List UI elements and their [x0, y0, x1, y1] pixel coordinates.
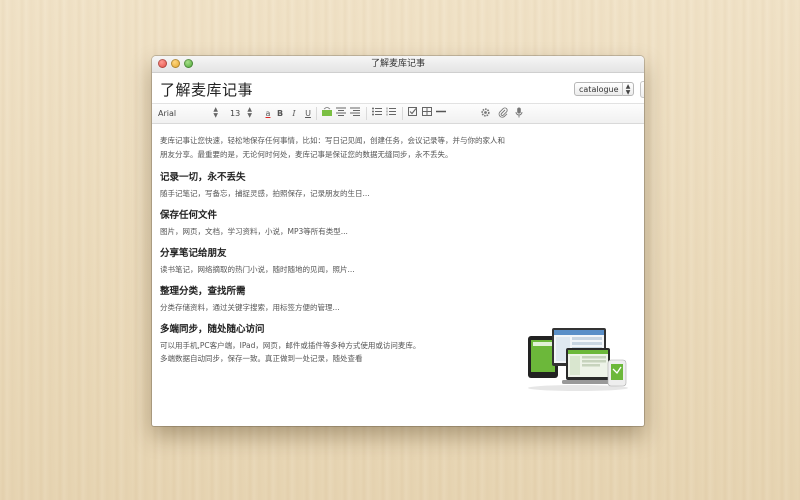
section-heading: 整理分类，查找所需 [160, 286, 246, 297]
section-line: 多端数据自动同步，保存一致。真正做到一处记录，随处查看 [160, 354, 363, 363]
attach-button[interactable] [498, 107, 508, 120]
align-right-button[interactable] [350, 107, 360, 120]
bullet-list-button[interactable] [372, 107, 382, 120]
checkbox-button[interactable] [408, 107, 418, 120]
intro-paragraph: 麦库记事让您快速，轻松地保存任何事情，比如：写日记见闻，创建任务，会议记录等，并… [160, 134, 560, 162]
horizontal-rule-icon [436, 110, 446, 113]
gear-icon [481, 108, 490, 117]
intro-line: 朋友分享。最重要的是，无论何时何处，麦库记事是保证您的数据无缝同步，永不丢失。 [160, 150, 453, 159]
numbered-list-icon [386, 107, 396, 116]
app-window: 了解麦库记事 了解麦库记事 catalogue ▲▼ i Arial ▲▼ 13… [152, 56, 644, 426]
settings-button[interactable] [480, 107, 490, 120]
chevron-updown-icon: ▲ ▼ [622, 83, 633, 96]
section-heading: 分享笔记给朋友 [160, 248, 227, 259]
note-title[interactable]: 了解麦库记事 [160, 79, 253, 100]
table-button[interactable] [422, 107, 432, 120]
feature-section: 分享笔记给朋友 读书笔记，网络摘取的热门小说，随时随地的见闻，照片... [160, 247, 636, 276]
microphone-icon [515, 107, 523, 118]
section-text: 分类存储资料，通过关键字搜索，用标签方便的管理... [160, 303, 340, 312]
align-right-icon [350, 107, 360, 116]
multi-device-illustration [528, 328, 628, 391]
window-title: 了解麦库记事 [370, 59, 425, 69]
paperclip-icon [498, 107, 508, 118]
feature-section: 保存任何文件 图片，网页，文档，学习资料，小说，MP3等所有类型... [160, 209, 636, 238]
catalogue-select[interactable]: catalogue ▲ ▼ [574, 82, 634, 96]
checkbox-icon [408, 107, 417, 116]
chevron-updown-icon: ▲ ▼ [247, 106, 252, 119]
section-line: 可以用手机,PC客户端，IPad，网页，邮件或插件等多种方式使用或访问麦库。 [160, 341, 421, 350]
feature-section: 整理分类，查找所需 分类存储资料，通过关键字搜索，用标签方便的管理... [160, 285, 636, 314]
chevron-updown-icon: ▲ ▼ [213, 106, 218, 119]
section-heading: 记录一切，永不丢失 [160, 172, 246, 183]
record-audio-button[interactable] [514, 107, 524, 120]
bold-button[interactable]: B [276, 107, 284, 120]
intro-line: 麦库记事让您快速，轻松地保存任何事情，比如：写日记见闻，创建任务，会议记录等，并… [160, 136, 505, 145]
title-bar[interactable]: 了解麦库记事 [152, 56, 644, 73]
font-size-select[interactable]: 13 ▲ ▼ [230, 107, 252, 120]
section-heading: 保存任何文件 [160, 210, 218, 221]
italic-button[interactable]: I [290, 107, 298, 120]
catalogue-value: catalogue [579, 85, 619, 94]
note-header: 了解麦库记事 catalogue ▲▼ i [152, 73, 644, 103]
underline-button[interactable]: U [304, 107, 312, 120]
horizontal-rule-button[interactable] [436, 107, 446, 120]
table-icon [422, 107, 432, 116]
bullet-list-icon [372, 107, 382, 116]
feature-section: 记录一切，永不丢失 随手记笔记，写备忘，捕捉灵感，拍照保存，记录朋友的生日... [160, 171, 636, 200]
format-toolbar: Arial ▲ ▼ 13 ▲ ▼ a B I U [152, 103, 644, 124]
section-text: 随手记笔记，写备忘，捕捉灵感，拍照保存，记录朋友的生日... [160, 189, 370, 198]
section-text: 图片，网页，文档，学习资料，小说，MP3等所有类型... [160, 227, 348, 236]
font-value: Arial [158, 109, 177, 118]
highlight-button[interactable] [322, 106, 332, 120]
toolbar-divider [366, 107, 367, 120]
toolbar-divider [402, 107, 403, 120]
highlight-icon [322, 106, 332, 116]
font-size-value: 13 [230, 109, 241, 118]
numbered-list-button[interactable] [386, 107, 396, 120]
align-center-button[interactable] [336, 107, 346, 120]
section-text: 读书笔记，网络摘取的热门小说，随时随地的见闻，照片... [160, 265, 355, 274]
info-button[interactable]: i [640, 81, 644, 98]
align-center-icon [336, 107, 346, 116]
font-select[interactable]: Arial ▲ ▼ [158, 107, 218, 120]
text-color-button[interactable]: a [264, 107, 272, 120]
toolbar-divider [316, 107, 317, 120]
